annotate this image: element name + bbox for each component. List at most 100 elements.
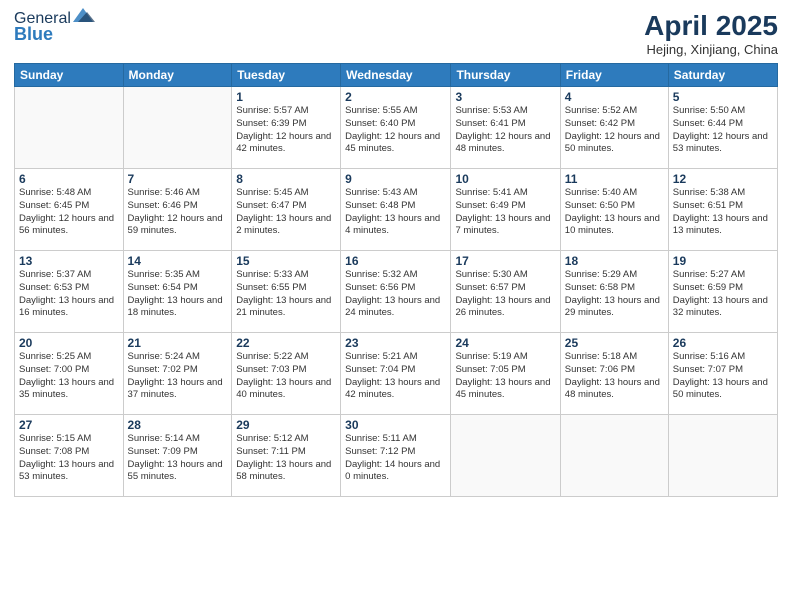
- cell-info: Sunrise: 5:15 AM Sunset: 7:08 PM Dayligh…: [19, 433, 119, 484]
- cell-info: Sunrise: 5:21 AM Sunset: 7:04 PM Dayligh…: [345, 351, 446, 402]
- day-number: 9: [345, 172, 446, 186]
- day-number: 19: [673, 254, 773, 268]
- calendar-cell: 14Sunrise: 5:35 AM Sunset: 6:54 PM Dayli…: [123, 251, 232, 333]
- cell-info: Sunrise: 5:37 AM Sunset: 6:53 PM Dayligh…: [19, 269, 119, 320]
- calendar-cell: 3Sunrise: 5:53 AM Sunset: 6:41 PM Daylig…: [451, 87, 560, 169]
- calendar-cell: [451, 415, 560, 497]
- calendar-cell: 11Sunrise: 5:40 AM Sunset: 6:50 PM Dayli…: [560, 169, 668, 251]
- cell-info: Sunrise: 5:40 AM Sunset: 6:50 PM Dayligh…: [565, 187, 664, 238]
- calendar-cell: 7Sunrise: 5:46 AM Sunset: 6:46 PM Daylig…: [123, 169, 232, 251]
- cell-info: Sunrise: 5:57 AM Sunset: 6:39 PM Dayligh…: [236, 105, 336, 156]
- day-number: 5: [673, 90, 773, 104]
- day-number: 14: [128, 254, 228, 268]
- cell-info: Sunrise: 5:19 AM Sunset: 7:05 PM Dayligh…: [455, 351, 555, 402]
- day-number: 22: [236, 336, 336, 350]
- calendar-cell: 6Sunrise: 5:48 AM Sunset: 6:45 PM Daylig…: [15, 169, 124, 251]
- weekday-header-monday: Monday: [123, 64, 232, 87]
- calendar-cell: 25Sunrise: 5:18 AM Sunset: 7:06 PM Dayli…: [560, 333, 668, 415]
- calendar-cell: [123, 87, 232, 169]
- calendar-cell: 1Sunrise: 5:57 AM Sunset: 6:39 PM Daylig…: [232, 87, 341, 169]
- logo: General Blue: [14, 10, 95, 45]
- day-number: 13: [19, 254, 119, 268]
- cell-info: Sunrise: 5:22 AM Sunset: 7:03 PM Dayligh…: [236, 351, 336, 402]
- day-number: 26: [673, 336, 773, 350]
- weekday-header-tuesday: Tuesday: [232, 64, 341, 87]
- day-number: 30: [345, 418, 446, 432]
- week-row-1: 1Sunrise: 5:57 AM Sunset: 6:39 PM Daylig…: [15, 87, 778, 169]
- calendar-cell: 26Sunrise: 5:16 AM Sunset: 7:07 PM Dayli…: [668, 333, 777, 415]
- day-number: 24: [455, 336, 555, 350]
- calendar-cell: 18Sunrise: 5:29 AM Sunset: 6:58 PM Dayli…: [560, 251, 668, 333]
- cell-info: Sunrise: 5:12 AM Sunset: 7:11 PM Dayligh…: [236, 433, 336, 484]
- calendar-cell: 13Sunrise: 5:37 AM Sunset: 6:53 PM Dayli…: [15, 251, 124, 333]
- cell-info: Sunrise: 5:14 AM Sunset: 7:09 PM Dayligh…: [128, 433, 228, 484]
- day-number: 21: [128, 336, 228, 350]
- page-container: General Blue April 2025 Hejing, Xinjiang…: [0, 0, 792, 612]
- day-number: 15: [236, 254, 336, 268]
- cell-info: Sunrise: 5:38 AM Sunset: 6:51 PM Dayligh…: [673, 187, 773, 238]
- week-row-2: 6Sunrise: 5:48 AM Sunset: 6:45 PM Daylig…: [15, 169, 778, 251]
- week-row-3: 13Sunrise: 5:37 AM Sunset: 6:53 PM Dayli…: [15, 251, 778, 333]
- cell-info: Sunrise: 5:29 AM Sunset: 6:58 PM Dayligh…: [565, 269, 664, 320]
- calendar-table: SundayMondayTuesdayWednesdayThursdayFrid…: [14, 63, 778, 497]
- weekday-header-wednesday: Wednesday: [341, 64, 451, 87]
- cell-info: Sunrise: 5:52 AM Sunset: 6:42 PM Dayligh…: [565, 105, 664, 156]
- day-number: 25: [565, 336, 664, 350]
- cell-info: Sunrise: 5:48 AM Sunset: 6:45 PM Dayligh…: [19, 187, 119, 238]
- cell-info: Sunrise: 5:53 AM Sunset: 6:41 PM Dayligh…: [455, 105, 555, 156]
- cell-info: Sunrise: 5:16 AM Sunset: 7:07 PM Dayligh…: [673, 351, 773, 402]
- calendar-cell: 17Sunrise: 5:30 AM Sunset: 6:57 PM Dayli…: [451, 251, 560, 333]
- week-row-5: 27Sunrise: 5:15 AM Sunset: 7:08 PM Dayli…: [15, 415, 778, 497]
- logo-icon: [73, 6, 95, 28]
- cell-info: Sunrise: 5:35 AM Sunset: 6:54 PM Dayligh…: [128, 269, 228, 320]
- day-number: 23: [345, 336, 446, 350]
- calendar-cell: 28Sunrise: 5:14 AM Sunset: 7:09 PM Dayli…: [123, 415, 232, 497]
- title-block: April 2025 Hejing, Xinjiang, China: [644, 10, 778, 57]
- day-number: 6: [19, 172, 119, 186]
- cell-info: Sunrise: 5:50 AM Sunset: 6:44 PM Dayligh…: [673, 105, 773, 156]
- calendar-cell: 8Sunrise: 5:45 AM Sunset: 6:47 PM Daylig…: [232, 169, 341, 251]
- day-number: 3: [455, 90, 555, 104]
- day-number: 20: [19, 336, 119, 350]
- calendar-cell: 29Sunrise: 5:12 AM Sunset: 7:11 PM Dayli…: [232, 415, 341, 497]
- cell-info: Sunrise: 5:25 AM Sunset: 7:00 PM Dayligh…: [19, 351, 119, 402]
- cell-info: Sunrise: 5:55 AM Sunset: 6:40 PM Dayligh…: [345, 105, 446, 156]
- cell-info: Sunrise: 5:46 AM Sunset: 6:46 PM Dayligh…: [128, 187, 228, 238]
- day-number: 17: [455, 254, 555, 268]
- calendar-cell: 19Sunrise: 5:27 AM Sunset: 6:59 PM Dayli…: [668, 251, 777, 333]
- weekday-header-sunday: Sunday: [15, 64, 124, 87]
- header: General Blue April 2025 Hejing, Xinjiang…: [14, 10, 778, 57]
- day-number: 2: [345, 90, 446, 104]
- day-number: 28: [128, 418, 228, 432]
- calendar-cell: 27Sunrise: 5:15 AM Sunset: 7:08 PM Dayli…: [15, 415, 124, 497]
- day-number: 12: [673, 172, 773, 186]
- weekday-header-thursday: Thursday: [451, 64, 560, 87]
- calendar-cell: 24Sunrise: 5:19 AM Sunset: 7:05 PM Dayli…: [451, 333, 560, 415]
- cell-info: Sunrise: 5:24 AM Sunset: 7:02 PM Dayligh…: [128, 351, 228, 402]
- calendar-cell: 15Sunrise: 5:33 AM Sunset: 6:55 PM Dayli…: [232, 251, 341, 333]
- logo-blue-text: Blue: [14, 24, 53, 45]
- calendar-cell: 9Sunrise: 5:43 AM Sunset: 6:48 PM Daylig…: [341, 169, 451, 251]
- calendar-cell: 20Sunrise: 5:25 AM Sunset: 7:00 PM Dayli…: [15, 333, 124, 415]
- cell-info: Sunrise: 5:43 AM Sunset: 6:48 PM Dayligh…: [345, 187, 446, 238]
- cell-info: Sunrise: 5:33 AM Sunset: 6:55 PM Dayligh…: [236, 269, 336, 320]
- cell-info: Sunrise: 5:11 AM Sunset: 7:12 PM Dayligh…: [345, 433, 446, 484]
- day-number: 1: [236, 90, 336, 104]
- calendar-cell: [15, 87, 124, 169]
- cell-info: Sunrise: 5:18 AM Sunset: 7:06 PM Dayligh…: [565, 351, 664, 402]
- calendar-cell: [668, 415, 777, 497]
- day-number: 27: [19, 418, 119, 432]
- calendar-cell: 12Sunrise: 5:38 AM Sunset: 6:51 PM Dayli…: [668, 169, 777, 251]
- cell-info: Sunrise: 5:41 AM Sunset: 6:49 PM Dayligh…: [455, 187, 555, 238]
- calendar-cell: 22Sunrise: 5:22 AM Sunset: 7:03 PM Dayli…: [232, 333, 341, 415]
- calendar-cell: 16Sunrise: 5:32 AM Sunset: 6:56 PM Dayli…: [341, 251, 451, 333]
- cell-info: Sunrise: 5:27 AM Sunset: 6:59 PM Dayligh…: [673, 269, 773, 320]
- location: Hejing, Xinjiang, China: [644, 42, 778, 57]
- day-number: 11: [565, 172, 664, 186]
- calendar-cell: 5Sunrise: 5:50 AM Sunset: 6:44 PM Daylig…: [668, 87, 777, 169]
- cell-info: Sunrise: 5:32 AM Sunset: 6:56 PM Dayligh…: [345, 269, 446, 320]
- calendar-cell: 4Sunrise: 5:52 AM Sunset: 6:42 PM Daylig…: [560, 87, 668, 169]
- weekday-header-friday: Friday: [560, 64, 668, 87]
- day-number: 10: [455, 172, 555, 186]
- day-number: 18: [565, 254, 664, 268]
